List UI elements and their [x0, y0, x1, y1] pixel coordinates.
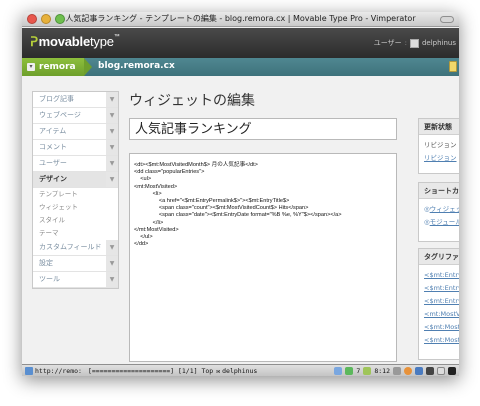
status-count: 7: [356, 366, 361, 375]
chevron-down-icon[interactable]: ▼: [106, 172, 118, 187]
tag-link[interactable]: <$mt:EntryPermalink$>: [424, 269, 459, 282]
sidebar-menu: ブログ記事 ▼ ウェブページ ▼ アイテム ▼ コメント ▼ ユーザー ▼ デザイン ▼ テ…: [32, 91, 119, 289]
dropdown-icon[interactable]: ▾: [27, 63, 35, 71]
code-line: <li>: [134, 190, 162, 197]
code-line: <dd class="popularEntries">: [134, 169, 205, 176]
bookmark-icon[interactable]: [415, 366, 423, 375]
tag-link[interactable]: <$mt:EntryDate$>: [424, 295, 459, 308]
vimperator-statusbar: http://remo: [====================] [1/1…: [22, 364, 459, 376]
puzzle-icon[interactable]: [393, 366, 401, 375]
panel-title: タグリファレンス: [419, 249, 459, 265]
sidebar-item-pages[interactable]: ウェブページ ▼: [33, 108, 118, 124]
cloud-icon[interactable]: [334, 366, 343, 375]
code-line: <span class="date"><$mt:EntryDate format…: [134, 212, 342, 219]
movable-type-logo[interactable]: ᕈmovabletype™: [30, 34, 120, 50]
chevron-down-icon[interactable]: ▼: [106, 140, 118, 155]
revision-link[interactable]: リビジョン: [424, 152, 457, 165]
sidebar-subitem-templates[interactable]: テンプレート: [33, 188, 118, 201]
browser-window: 人気記事ランキング - テンプレートの編集 - blog.remora.cx |…: [22, 12, 459, 376]
code-line: <mt:MostVisited>: [134, 183, 178, 190]
clock-icon: [363, 366, 372, 375]
chevron-down-icon[interactable]: ▼: [106, 92, 118, 107]
code-line: </li>: [134, 219, 164, 226]
sidebar-item-entries[interactable]: ブログ記事 ▼: [33, 92, 118, 108]
sync-icon[interactable]: [345, 366, 354, 375]
toolbar-toggle-button[interactable]: [440, 16, 454, 23]
blog-name-link[interactable]: blog.remora.cx: [98, 61, 175, 71]
status-time: 8:12: [374, 366, 390, 375]
user-separator: :: [404, 39, 407, 47]
site-name: remora: [39, 62, 76, 72]
chevron-down-icon[interactable]: ▼: [106, 108, 118, 123]
sidebar-item-assets[interactable]: アイテム ▼: [33, 124, 118, 140]
firefox-icon[interactable]: [404, 366, 412, 375]
user-menu[interactable]: ユーザー : delphinus: [374, 38, 456, 48]
status-url[interactable]: http://remo:: [35, 367, 82, 375]
blog-selector-bar: ▾ remora blog.remora.cx: [22, 58, 459, 76]
chevron-down-icon[interactable]: ▼: [106, 240, 118, 255]
status-user: delphinus: [222, 366, 258, 375]
window-titlebar: 人気記事ランキング - テンプレートの編集 - blog.remora.cx |…: [22, 12, 459, 27]
page-icon: [25, 366, 33, 375]
tag-link[interactable]: <mt:MostVisited>: [424, 308, 459, 321]
shortcuts-panel: ショートカット ◎ウィジェット ◎モジュール: [418, 182, 459, 242]
view-site-button[interactable]: [449, 61, 457, 72]
sidebar-item-comments[interactable]: コメント ▼: [33, 140, 118, 156]
chevron-down-icon[interactable]: ▼: [106, 124, 118, 139]
status-progress: [====================] [1/1] Top: [87, 366, 214, 375]
logo-mark-icon: ᕈ: [30, 34, 38, 49]
site-selector[interactable]: ▾ remora: [22, 58, 84, 76]
revision-label: リビジョン: [424, 141, 457, 149]
code-line: <span class="count"><$mt:MostVisitedCoun…: [134, 205, 309, 212]
chevron-down-icon[interactable]: ▼: [106, 272, 118, 287]
sidebar-item-users[interactable]: ユーザー ▼: [33, 156, 118, 172]
user-label: ユーザー: [373, 39, 402, 47]
avatar: [409, 38, 419, 48]
code-line: </dd>: [134, 241, 149, 248]
shortcut-link-widgets[interactable]: ウィジェット: [430, 205, 459, 213]
tag-link[interactable]: <$mt:MostVisitedMonth$>: [424, 334, 459, 347]
shortcut-link-modules[interactable]: モジュール: [430, 218, 459, 226]
widget-name-input[interactable]: 人気記事ランキング: [129, 118, 397, 140]
page-title: ウィジェットの編集: [129, 93, 255, 109]
code-line: </ul>: [134, 234, 153, 241]
code-line: <dt><$mt:MostVisitedMonth$> 月の人気記事</dt>: [134, 162, 258, 168]
chevron-down-icon[interactable]: ▼: [106, 156, 118, 171]
tag-link[interactable]: <$mt:MostVisitedCount$>: [424, 321, 459, 334]
main-content: ブログ記事 ▼ ウェブページ ▼ アイテム ▼ コメント ▼ ユーザー ▼ デザイン ▼ テ…: [22, 76, 459, 364]
code-line: </mt:MostVisited>: [134, 226, 179, 233]
update-status-panel: 更新状態 リビジョン リビジョン: [418, 118, 459, 174]
panel-title: 更新状態: [419, 119, 459, 135]
sidebar-item-tools[interactable]: ツール ▼: [33, 272, 118, 288]
tag-link[interactable]: <$mt:EntryTitle$>: [424, 282, 459, 295]
sidebar-subitem-widgets[interactable]: ウィジェット: [33, 201, 118, 214]
tag-reference-panel: タグリファレンス <$mt:EntryPermalink$> <$mt:Entr…: [418, 248, 459, 360]
sidebar-item-settings[interactable]: 設定 ▼: [33, 256, 118, 272]
sidebar-item-design[interactable]: デザイン ▼: [33, 172, 118, 188]
chevron-down-icon[interactable]: ▼: [106, 256, 118, 271]
template-code-editor[interactable]: <dt><$mt:MostVisitedMonth$> 月の人気記事</dt> …: [129, 153, 397, 362]
user-name[interactable]: delphinus: [422, 39, 456, 47]
mail-icon: ✉: [216, 366, 221, 375]
terminal-icon[interactable]: [448, 366, 456, 375]
settings-icon[interactable]: [426, 366, 434, 375]
sidebar-subitem-styles[interactable]: スタイル: [33, 214, 118, 227]
app-header: ᕈmovabletype™ ユーザー : delphinus: [22, 28, 459, 58]
code-line: <ul>: [134, 176, 152, 183]
panel-title: ショートカット: [419, 183, 459, 199]
breadcrumb-arrow-icon: [84, 58, 92, 76]
sidebar-subitem-themes[interactable]: テーマ: [33, 227, 118, 240]
window-title: 人気記事ランキング - テンプレートの編集 - blog.remora.cx |…: [65, 14, 416, 23]
code-line: <a href="<$mt:EntryPermalink$>"><$mt:Ent…: [134, 198, 290, 205]
window-icon[interactable]: [437, 366, 445, 375]
sidebar-item-custom-fields[interactable]: カスタムフィールド ▼: [33, 240, 118, 256]
